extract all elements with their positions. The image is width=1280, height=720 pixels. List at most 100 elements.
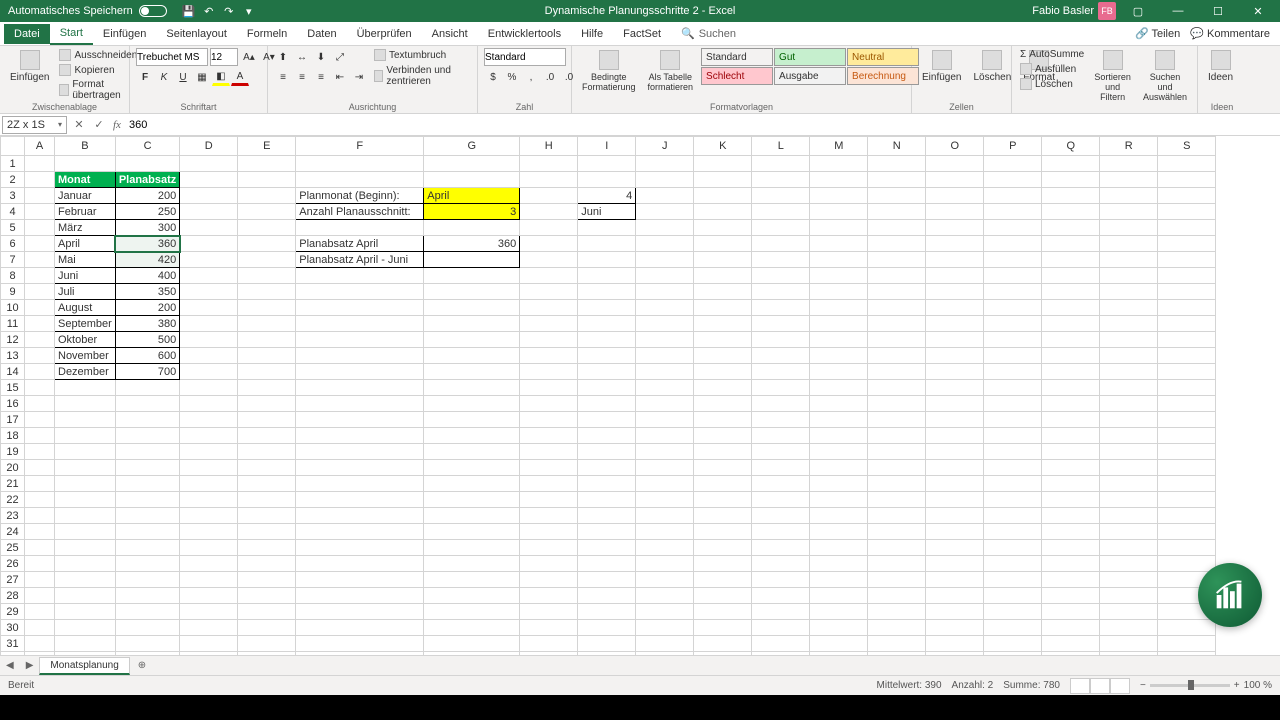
- cell-H22[interactable]: [520, 492, 578, 508]
- cell-P3[interactable]: [984, 188, 1042, 204]
- cell-B27[interactable]: [55, 572, 116, 588]
- cell-R10[interactable]: [1100, 300, 1158, 316]
- cell-P24[interactable]: [984, 524, 1042, 540]
- cell-K20[interactable]: [694, 460, 752, 476]
- cell-S1[interactable]: [1158, 156, 1216, 172]
- cell-K32[interactable]: [694, 652, 752, 656]
- row-header-15[interactable]: 15: [1, 380, 25, 396]
- cell-J21[interactable]: [636, 476, 694, 492]
- cell-M29[interactable]: [810, 604, 868, 620]
- cell-A5[interactable]: [25, 220, 55, 236]
- align-top-icon[interactable]: ⬆: [274, 48, 292, 66]
- cell-E12[interactable]: [238, 332, 296, 348]
- cell-J2[interactable]: [636, 172, 694, 188]
- cell-R27[interactable]: [1100, 572, 1158, 588]
- maximize-icon[interactable]: ☐: [1200, 0, 1236, 22]
- cell-G16[interactable]: [424, 396, 520, 412]
- wrap-text-button[interactable]: Textumbruch: [372, 48, 471, 62]
- cell-Q11[interactable]: [1042, 316, 1100, 332]
- cell-D15[interactable]: [180, 380, 238, 396]
- cell-R4[interactable]: [1100, 204, 1158, 220]
- cell-F26[interactable]: [296, 556, 424, 572]
- cell-O26[interactable]: [926, 556, 984, 572]
- col-header-L[interactable]: L: [752, 137, 810, 156]
- cell-C27[interactable]: [115, 572, 179, 588]
- cell-L3[interactable]: [752, 188, 810, 204]
- cell-K24[interactable]: [694, 524, 752, 540]
- cell-O3[interactable]: [926, 188, 984, 204]
- cell-C26[interactable]: [115, 556, 179, 572]
- cell-P30[interactable]: [984, 620, 1042, 636]
- cell-K4[interactable]: [694, 204, 752, 220]
- cell-G8[interactable]: [424, 268, 520, 284]
- cell-N20[interactable]: [868, 460, 926, 476]
- cell-J15[interactable]: [636, 380, 694, 396]
- font-name-select[interactable]: [136, 48, 208, 66]
- cell-L2[interactable]: [752, 172, 810, 188]
- cell-C2[interactable]: Planabsatz: [115, 172, 179, 188]
- cell-N11[interactable]: [868, 316, 926, 332]
- cell-S5[interactable]: [1158, 220, 1216, 236]
- grow-font-icon[interactable]: A▴: [240, 48, 258, 66]
- cell-I1[interactable]: [578, 156, 636, 172]
- cell-Q7[interactable]: [1042, 252, 1100, 268]
- cell-D31[interactable]: [180, 636, 238, 652]
- cell-G30[interactable]: [424, 620, 520, 636]
- cell-M10[interactable]: [810, 300, 868, 316]
- cell-B15[interactable]: [55, 380, 116, 396]
- cell-C18[interactable]: [115, 428, 179, 444]
- cell-S25[interactable]: [1158, 540, 1216, 556]
- cell-R7[interactable]: [1100, 252, 1158, 268]
- cell-Q30[interactable]: [1042, 620, 1100, 636]
- cell-L5[interactable]: [752, 220, 810, 236]
- cell-J30[interactable]: [636, 620, 694, 636]
- cell-G4[interactable]: 3: [424, 204, 520, 220]
- cell-O16[interactable]: [926, 396, 984, 412]
- cell-A12[interactable]: [25, 332, 55, 348]
- cell-G3[interactable]: April: [424, 188, 520, 204]
- cell-F31[interactable]: [296, 636, 424, 652]
- cell-N2[interactable]: [868, 172, 926, 188]
- cell-Q9[interactable]: [1042, 284, 1100, 300]
- cell-E26[interactable]: [238, 556, 296, 572]
- cell-S14[interactable]: [1158, 364, 1216, 380]
- style-bad[interactable]: Schlecht: [701, 67, 773, 85]
- style-standard[interactable]: Standard: [701, 48, 773, 66]
- cell-N5[interactable]: [868, 220, 926, 236]
- cell-K17[interactable]: [694, 412, 752, 428]
- cell-S18[interactable]: [1158, 428, 1216, 444]
- cell-H13[interactable]: [520, 348, 578, 364]
- cell-G11[interactable]: [424, 316, 520, 332]
- row-header-22[interactable]: 22: [1, 492, 25, 508]
- row-header-19[interactable]: 19: [1, 444, 25, 460]
- cell-Q26[interactable]: [1042, 556, 1100, 572]
- cell-F4[interactable]: Anzahl Planausschnitt:: [296, 204, 424, 220]
- cancel-formula-icon[interactable]: ✕: [69, 118, 89, 131]
- cell-H8[interactable]: [520, 268, 578, 284]
- cell-O25[interactable]: [926, 540, 984, 556]
- cell-S12[interactable]: [1158, 332, 1216, 348]
- row-header-4[interactable]: 4: [1, 204, 25, 220]
- cell-B7[interactable]: Mai: [55, 252, 116, 268]
- cell-P2[interactable]: [984, 172, 1042, 188]
- col-header-K[interactable]: K: [694, 137, 752, 156]
- cell-F21[interactable]: [296, 476, 424, 492]
- cell-P17[interactable]: [984, 412, 1042, 428]
- cell-H2[interactable]: [520, 172, 578, 188]
- cell-G31[interactable]: [424, 636, 520, 652]
- cell-R6[interactable]: [1100, 236, 1158, 252]
- view-pagebreak-icon[interactable]: [1110, 678, 1130, 694]
- cell-S15[interactable]: [1158, 380, 1216, 396]
- cell-J28[interactable]: [636, 588, 694, 604]
- cell-I23[interactable]: [578, 508, 636, 524]
- cell-A6[interactable]: [25, 236, 55, 252]
- cell-R26[interactable]: [1100, 556, 1158, 572]
- cell-D1[interactable]: [180, 156, 238, 172]
- cell-O24[interactable]: [926, 524, 984, 540]
- cell-O5[interactable]: [926, 220, 984, 236]
- cell-A21[interactable]: [25, 476, 55, 492]
- row-header-21[interactable]: 21: [1, 476, 25, 492]
- row-header-6[interactable]: 6: [1, 236, 25, 252]
- cell-G15[interactable]: [424, 380, 520, 396]
- undo-icon[interactable]: ↶: [201, 3, 217, 19]
